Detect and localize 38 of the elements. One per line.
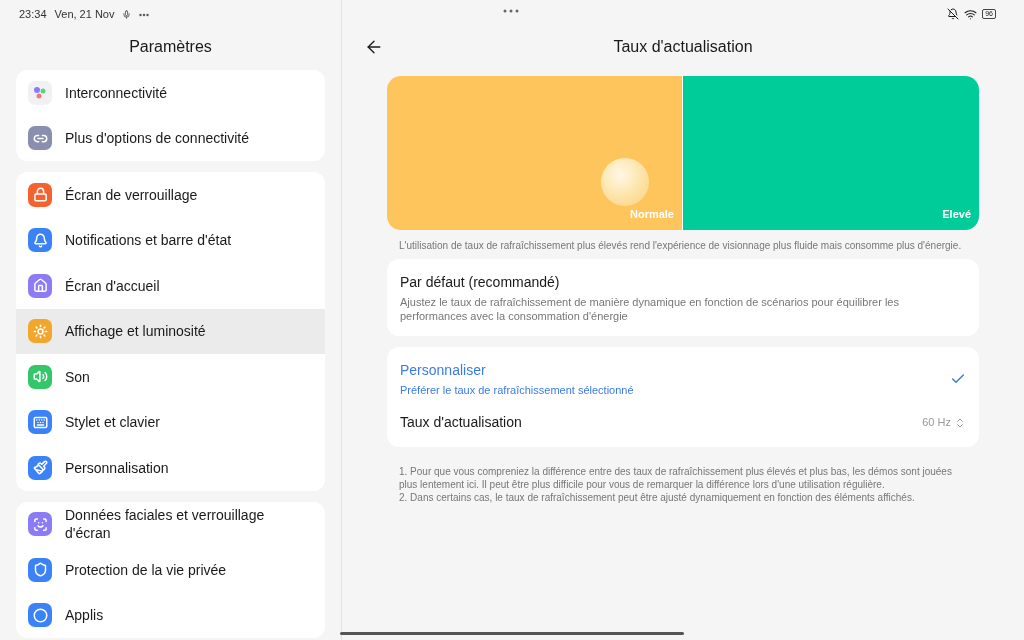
option-subtitle: Préférer le taux de rafraîchissement sélectionné [400, 383, 635, 397]
item-label: Interconnectivité [65, 83, 168, 102]
item-label: Son [65, 367, 91, 386]
description-text: L'utilisation de taux de rafraîchissement plus élevés rend l'expérience de visionnage plus fluide mais consomme plus d'énergie. [398, 239, 963, 252]
item-label: Protection de la vie privée [65, 560, 228, 579]
microphone-icon [122, 10, 132, 19]
option-row[interactable]: Personnaliser Préférer le taux de rafraîchissement sélectionné [400, 347, 966, 410]
more-icon [139, 12, 150, 17]
option-title: Par défaut (recommandé) [400, 273, 561, 292]
option-row[interactable]: Par défaut (recommandé) Ajustez le taux de rafraîchissement de manière dynamique en fonction de scénarios pour équilibrer les performances avec la consommation d'énergie [400, 259, 966, 336]
more-icon[interactable] [503, 9, 519, 13]
sidebar-title: Paramètres [129, 37, 212, 57]
setting-label: Taux d'actualisation [400, 413, 523, 432]
updown-icon [954, 416, 966, 429]
normal-label: Normale [629, 206, 674, 222]
item-label: Données faciales et verrouillage d'écran [65, 506, 266, 543]
item-label: Écran de verrouillage [65, 185, 199, 204]
item-label: Plus d'options de connectivité [65, 129, 250, 148]
mute-icon [947, 8, 960, 20]
footnote-text: 1. Pour que vous compreniez la différence entre des taux de rafraîchissement plus élevés et plus bas, les démos sont jouées plus lentement ici. Il peut être plus difficile pour vous de remarquer la différence lors d'une utilisation régulière. [399, 465, 953, 491]
setting-value: 60 Hz [922, 415, 951, 431]
status-date: Ven, 21 Nov [54, 7, 115, 23]
item-label: Personnalisation [65, 458, 170, 477]
option-title: Personnaliser [400, 361, 487, 380]
clock-time: 23:34 [19, 7, 47, 23]
high-label: Elevé [942, 206, 971, 222]
option-subtitle: Ajustez le taux de rafraîchissement de manière dynamique en fonction de scénarios pour équilibrer les performances avec la consommation d'énergie [400, 295, 900, 323]
ball-drawing [601, 158, 649, 206]
page-title: Taux d'actualisation [613, 37, 753, 57]
rate-setting-row[interactable]: Taux d'actualisation 60 Hz [400, 410, 966, 447]
item-label: Notifications et barre d'état [65, 231, 233, 250]
item-label: Écran d'accueil [65, 276, 161, 295]
wifi-icon [964, 7, 978, 21]
item-label: Affichage et luminosité [65, 322, 207, 341]
sidebar-item[interactable]: Affichage et luminosité [16, 308, 325, 354]
footnote-text: 2. Dans certains cas, le taux de rafraîchissement peut être ajusté dynamiquement en fonction des éléments affichés. [399, 491, 916, 504]
item-label: Applis [65, 606, 105, 625]
item-label: Stylet et clavier [65, 413, 161, 432]
